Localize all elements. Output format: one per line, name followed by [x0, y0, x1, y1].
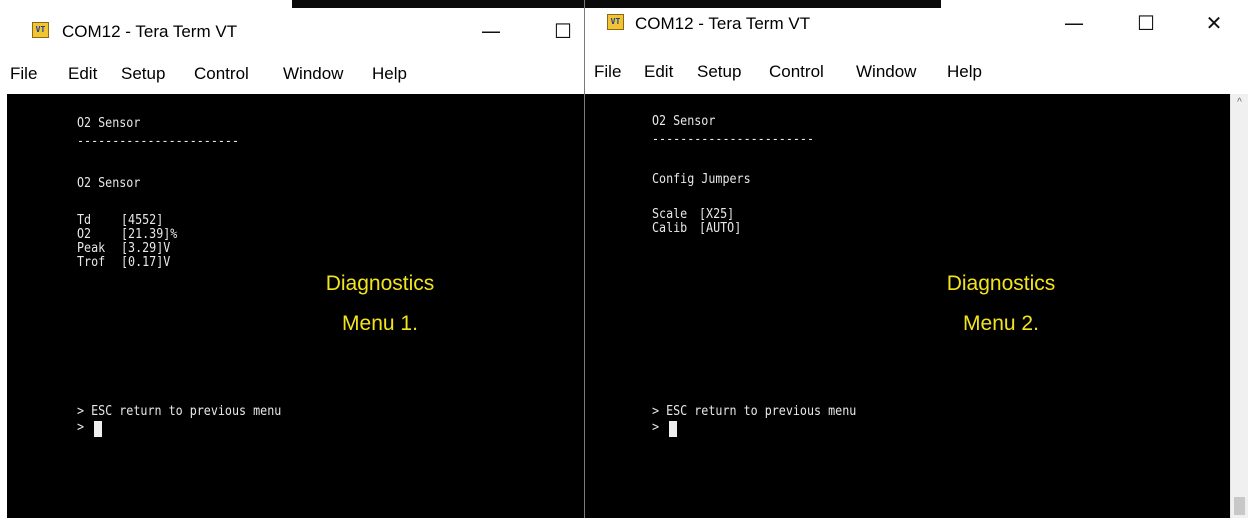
menu-bar: File Edit Setup Control Window Help — [585, 54, 1248, 94]
menu-file[interactable]: File — [594, 62, 621, 82]
background-window-strip — [585, 0, 941, 8]
terminal-prompt: > — [652, 420, 660, 435]
terminal-heading: O2 Sensor — [77, 116, 141, 131]
menu-window[interactable]: Window — [283, 64, 343, 84]
teraterm-app-icon[interactable]: VT — [32, 22, 49, 38]
annotation-line-1: Diagnostics — [946, 272, 1056, 295]
title-bar[interactable]: VT COM12 - Tera Term VT — ☐ — [0, 8, 585, 54]
terminal-section-title: O2 Sensor — [77, 176, 141, 191]
maximize-button[interactable]: ☐ — [540, 14, 585, 48]
annotation-line-1: Diagnostics — [325, 272, 435, 295]
annotation-line-2: Menu 2. — [963, 312, 1039, 335]
background-window-strip — [292, 0, 585, 8]
menu-control[interactable]: Control — [769, 62, 824, 82]
terminal-screen[interactable]: O2 Sensor ----------------------- O2 Sen… — [0, 94, 585, 518]
teraterm-window-1: VT COM12 - Tera Term VT — ☐ File Edit Se… — [0, 0, 585, 518]
terminal-prompt: > — [77, 420, 85, 435]
config-label: Calib — [652, 221, 688, 236]
scroll-thumb[interactable] — [1234, 497, 1245, 515]
menu-bar: File Edit Setup Control Window Help — [0, 54, 585, 94]
menu-control[interactable]: Control — [194, 64, 249, 84]
terminal-footer-hint: > ESC return to previous menu — [652, 404, 857, 419]
menu-window[interactable]: Window — [856, 62, 916, 82]
terminal-section-title: Config Jumpers — [652, 172, 751, 187]
terminal-screen[interactable]: O2 Sensor ----------------------- Config… — [585, 94, 1230, 518]
menu-edit[interactable]: Edit — [68, 64, 97, 84]
menu-file[interactable]: File — [10, 64, 37, 84]
minimize-button[interactable]: — — [468, 14, 514, 48]
annotation-line-2: Menu 1. — [342, 312, 418, 335]
menu-edit[interactable]: Edit — [644, 62, 673, 82]
menu-help[interactable]: Help — [947, 62, 982, 82]
window-title: COM12 - Tera Term VT — [635, 14, 811, 33]
terminal-footer-hint: > ESC return to previous menu — [77, 404, 282, 419]
menu-help[interactable]: Help — [372, 64, 407, 84]
title-bar[interactable]: VT COM12 - Tera Term VT — ☐ ✕ — [585, 8, 1248, 54]
scroll-up-arrow-icon[interactable]: ^ — [1231, 94, 1248, 111]
vertical-scrollbar[interactable]: ^ — [1230, 94, 1248, 518]
terminal-heading: O2 Sensor — [652, 114, 716, 129]
terminal-cursor — [94, 421, 102, 437]
teraterm-window-2: VT COM12 - Tera Term VT — ☐ ✕ File Edit … — [584, 0, 1248, 518]
menu-setup[interactable]: Setup — [121, 64, 165, 84]
close-button[interactable]: ✕ — [1191, 6, 1237, 40]
maximize-button[interactable]: ☐ — [1123, 6, 1169, 40]
window-title: COM12 - Tera Term VT — [62, 22, 238, 41]
annotation-label: Diagnostics Menu 2. — [911, 264, 1091, 344]
terminal-rule: ----------------------- — [652, 132, 815, 147]
teraterm-app-icon[interactable]: VT — [607, 14, 624, 30]
reading-value: [0.17]V — [121, 255, 171, 270]
menu-setup[interactable]: Setup — [697, 62, 741, 82]
reading-label: Trof — [77, 255, 106, 270]
annotation-label: Diagnostics Menu 1. — [290, 264, 470, 344]
config-value: [AUTO] — [699, 221, 742, 236]
terminal-rule: ----------------------- — [77, 134, 240, 149]
terminal-cursor — [669, 421, 677, 437]
minimize-button[interactable]: — — [1051, 6, 1097, 40]
